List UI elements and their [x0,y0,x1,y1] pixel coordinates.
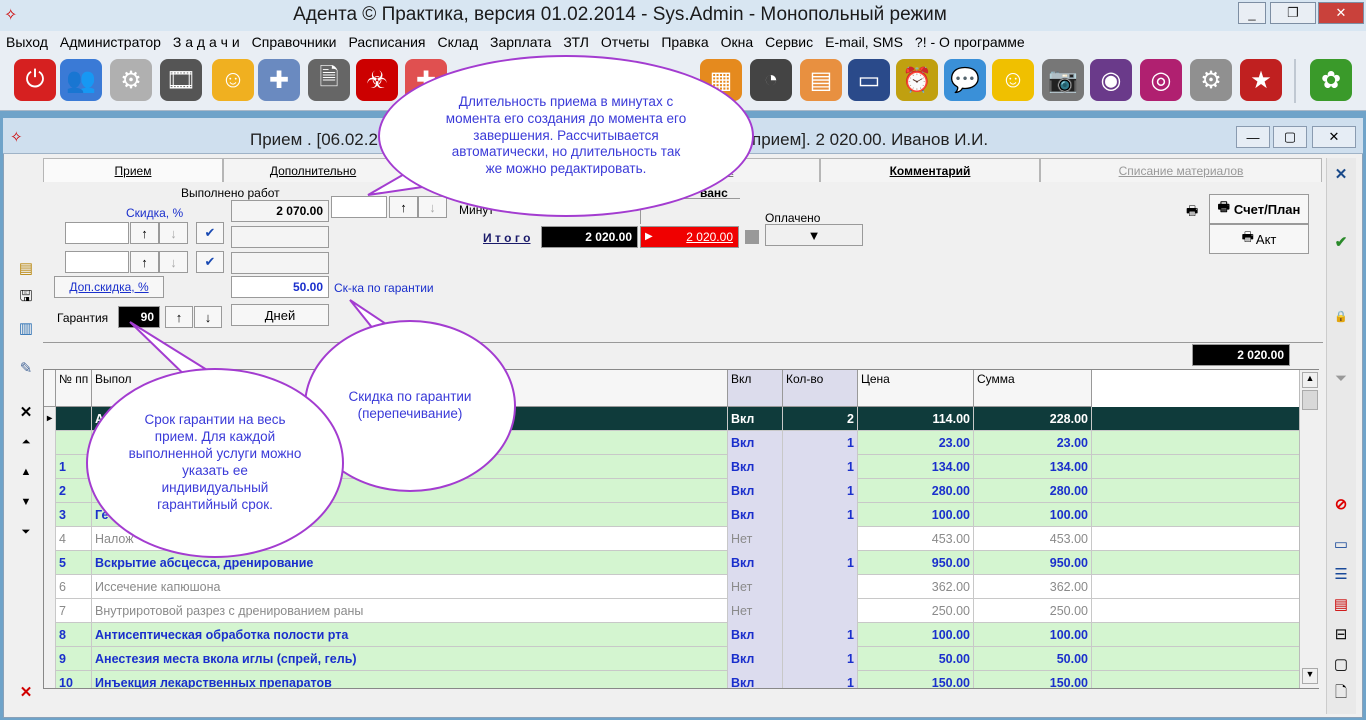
duration-callout: Длительность приема в минутах с момента … [378,55,754,217]
warranty-term-callout: Срок гарантии на весь прием. Для каждой … [86,368,344,558]
